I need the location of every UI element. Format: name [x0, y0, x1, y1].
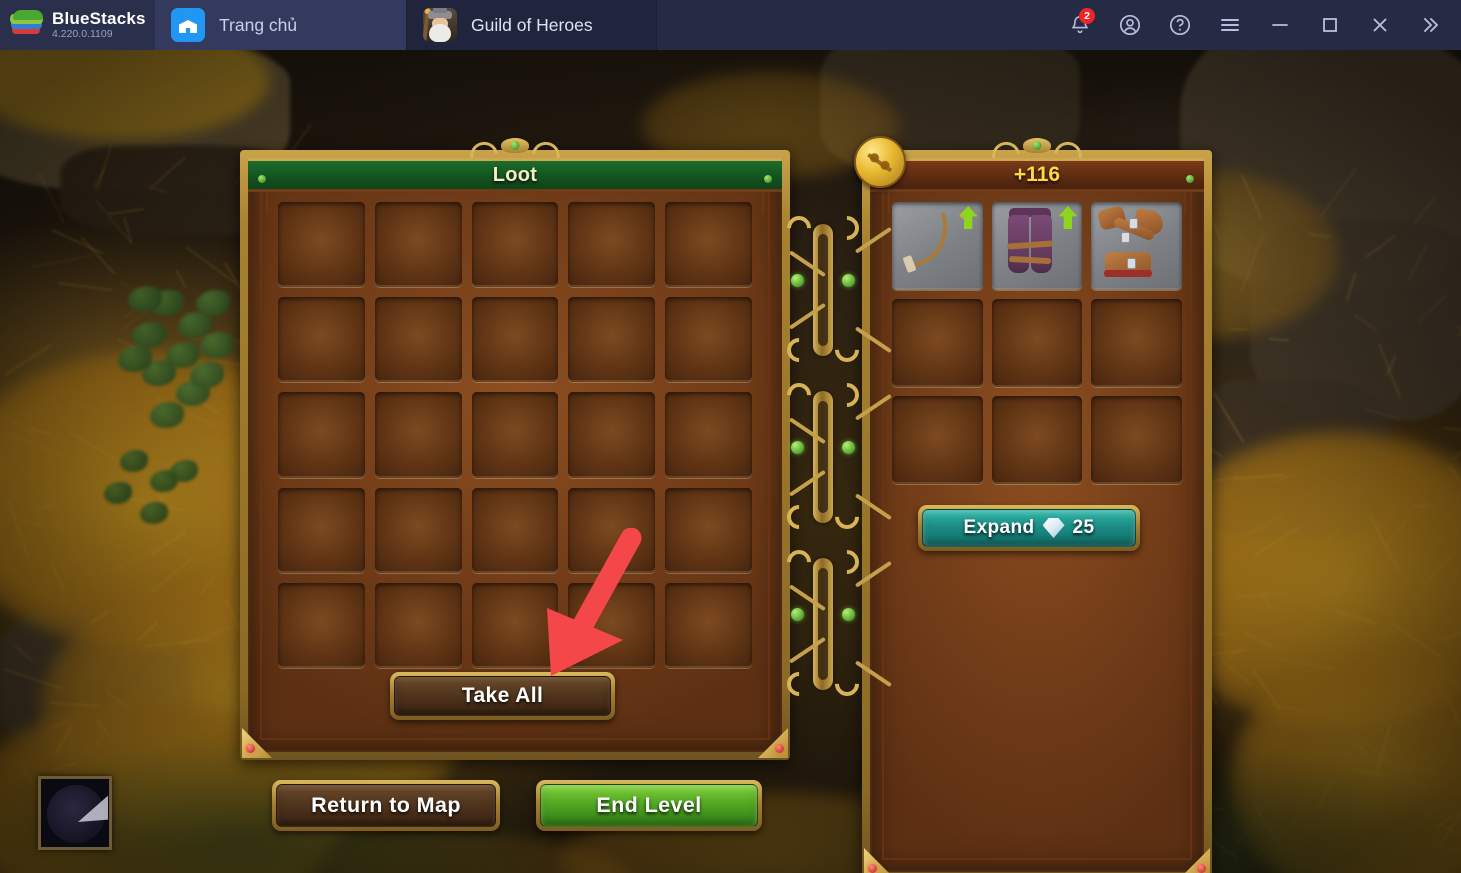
loot-slot[interactable] [665, 488, 752, 573]
loot-slot[interactable] [665, 392, 752, 477]
loot-slot[interactable] [278, 488, 365, 573]
loot-slot[interactable] [375, 488, 462, 573]
loot-slot[interactable] [568, 202, 655, 287]
wizard-avatar-icon [423, 8, 457, 42]
expand-cost: 25 [1073, 517, 1095, 539]
gold-coin-icon [854, 136, 906, 188]
brand-block: BlueStacks 4.220.0.1109 [0, 0, 155, 50]
end-level-label: End Level [596, 793, 701, 818]
loot-title: Loot [493, 164, 538, 187]
return-to-map-label: Return to Map [311, 793, 461, 818]
titlebar: BlueStacks 4.220.0.1109 Trang chủ Guild … [0, 0, 1461, 50]
menu-icon[interactable] [1205, 0, 1255, 50]
inventory-item-leather-armor[interactable] [1091, 202, 1182, 290]
notification-bell-icon[interactable]: 2 [1055, 0, 1105, 50]
game-viewport: Loot Take All +116 Expand 25 Return to M… [0, 50, 1461, 873]
minimap-radar[interactable] [38, 776, 112, 850]
account-icon[interactable] [1105, 0, 1155, 50]
loot-slot[interactable] [278, 202, 365, 287]
loot-slot[interactable] [472, 392, 559, 477]
inventory-empty-slot[interactable] [892, 299, 983, 387]
help-icon[interactable] [1155, 0, 1205, 50]
return-to-map-button[interactable]: Return to Map [272, 780, 500, 831]
tab-label-home: Trang chủ [219, 15, 297, 36]
upgrade-arrow-icon [1058, 206, 1077, 229]
divider-segment [786, 377, 860, 537]
loot-grid [278, 202, 752, 668]
inventory-empty-slot[interactable] [992, 396, 1083, 484]
loot-slot[interactable] [375, 297, 462, 382]
expand-label: Expand [964, 517, 1035, 539]
inventory-empty-slot[interactable] [1091, 299, 1182, 387]
loot-slot[interactable] [665, 583, 752, 668]
inventory-item-pants[interactable] [992, 202, 1083, 290]
inventory-item-bow[interactable] [892, 202, 983, 290]
brand-version: 4.220.0.1109 [52, 28, 146, 41]
home-icon [171, 8, 205, 42]
loot-slot[interactable] [278, 583, 365, 668]
take-all-label: Take All [462, 684, 543, 708]
expand-button[interactable]: Expand 25 [918, 505, 1140, 551]
loot-corner-gem-left [242, 728, 272, 758]
gem-icon [1043, 518, 1065, 538]
notification-badge: 2 [1079, 8, 1095, 24]
tab-trang-chu[interactable]: Trang chủ [155, 0, 407, 50]
divider-ornament [786, 210, 860, 710]
loot-slot[interactable] [375, 392, 462, 477]
end-level-button[interactable]: End Level [536, 780, 762, 831]
bluestacks-logo-icon [10, 10, 44, 40]
loot-slot[interactable] [278, 297, 365, 382]
loot-slot[interactable] [568, 297, 655, 382]
loot-corner-gem-right [758, 728, 788, 758]
loot-banner-ornament [467, 136, 563, 156]
loot-slot[interactable] [278, 392, 365, 477]
brand-name: BlueStacks [52, 10, 146, 28]
inventory-banner: +116 [870, 158, 1204, 192]
loot-slot[interactable] [665, 202, 752, 287]
loot-slot[interactable] [665, 297, 752, 382]
red-pointer-arrow [545, 528, 645, 678]
inventory-empty-slot[interactable] [892, 396, 983, 484]
divider-segment [786, 210, 860, 370]
titlebar-controls: 2 [1055, 0, 1461, 50]
inventory-empty-slot[interactable] [992, 299, 1083, 387]
gold-amount-label: +116 [1014, 163, 1060, 187]
loot-slot[interactable] [472, 297, 559, 382]
titlebar-spacer [657, 0, 1055, 50]
loot-slot[interactable] [375, 202, 462, 287]
inventory-corner-gem-right [1180, 848, 1210, 873]
divider-segment [786, 544, 860, 704]
inventory-banner-ornament [989, 136, 1085, 156]
bg-straw [1413, 505, 1431, 507]
loot-slot[interactable] [375, 583, 462, 668]
inventory-empty-slot[interactable] [1091, 396, 1182, 484]
inventory-grid [892, 202, 1182, 484]
expand-chevrons-icon[interactable] [1405, 0, 1455, 50]
inventory-corner-gem-left [864, 848, 894, 873]
maximize-icon[interactable] [1305, 0, 1355, 50]
take-all-button[interactable]: Take All [390, 672, 615, 720]
tab-label-guild: Guild of Heroes [471, 15, 593, 36]
loot-panel: Loot [240, 150, 790, 760]
loot-slot[interactable] [472, 202, 559, 287]
loot-slot[interactable] [568, 392, 655, 477]
close-icon[interactable] [1355, 0, 1405, 50]
loot-banner: Loot [248, 158, 782, 192]
tab-guild-of-heroes[interactable]: Guild of Heroes [407, 0, 657, 50]
minimize-icon[interactable] [1255, 0, 1305, 50]
